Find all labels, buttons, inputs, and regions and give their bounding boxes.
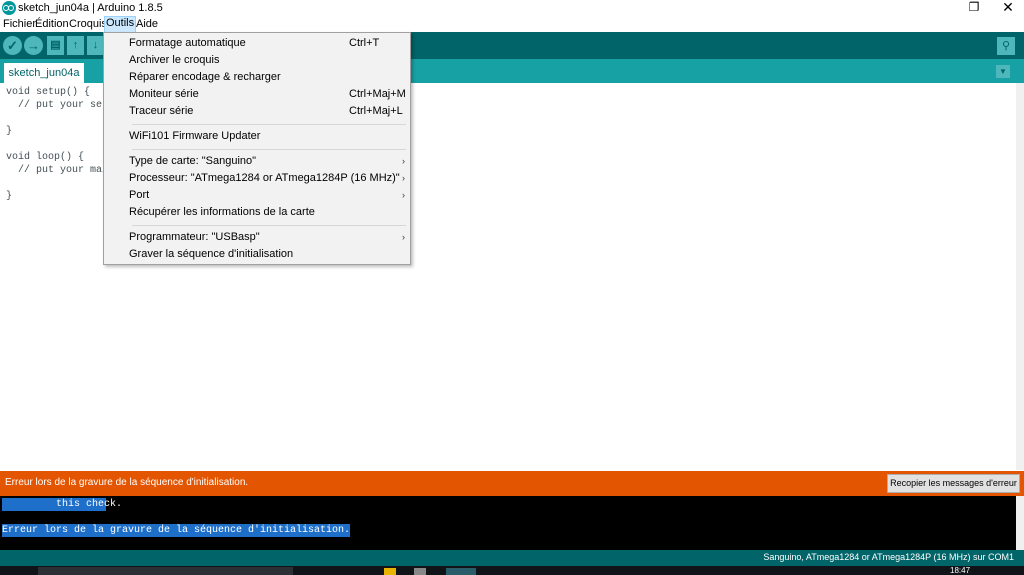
chevron-right-icon: ›	[402, 156, 405, 166]
board-status-bar: Sanguino, ATmega1284 or ATmega1284P (16 …	[0, 550, 1024, 566]
menu-outils[interactable]: Outils	[104, 16, 137, 33]
code-line: }	[6, 126, 13, 137]
board-port-info: Sanguino, ATmega1284 or ATmega1284P (16 …	[763, 552, 1014, 562]
outils-dropdown-menu: Formatage automatique Ctrl+T Archiver le…	[103, 32, 411, 265]
open-sketch-button[interactable]: ↑	[67, 36, 84, 55]
menu-item-traceur-serie[interactable]: Traceur série Ctrl+Maj+L	[104, 103, 410, 120]
chevron-right-icon: ›	[402, 190, 405, 200]
code-line: // put your main	[6, 165, 115, 176]
window-title: sketch_jun04a | Arduino 1.8.5	[18, 2, 163, 14]
taskbar-clock: 18:47	[950, 566, 971, 575]
code-line: }	[6, 191, 13, 202]
menu-separator	[132, 149, 406, 150]
chevron-right-icon: ›	[402, 232, 405, 242]
menu-item-programmateur[interactable]: Programmateur: "USBasp" ›	[104, 229, 410, 246]
save-sketch-button[interactable]: ↓	[87, 36, 104, 55]
menu-item-archiver-croquis[interactable]: Archiver le croquis	[104, 52, 410, 69]
menu-item-wifi101-updater[interactable]: WiFi101 Firmware Updater	[104, 128, 410, 145]
menu-edition[interactable]: Édition	[34, 17, 70, 31]
menu-item-graver-sequence[interactable]: Graver la séquence d'initialisation	[104, 246, 410, 263]
file-explorer-icon[interactable]	[384, 568, 396, 575]
menu-bar: Fichier Édition Croquis Outils Aide	[0, 16, 1024, 33]
editor-scrollbar[interactable]	[1016, 83, 1024, 470]
error-message: Erreur lors de la gravure de la séquence…	[5, 477, 249, 488]
console-line: Erreur lors de la gravure de la séquence…	[2, 524, 351, 537]
title-bar: sketch_jun04a | Arduino 1.8.5 ❐ ✕	[0, 0, 1024, 16]
restore-window-button[interactable]: ❐	[962, 0, 986, 16]
console-scrollbar[interactable]	[1016, 496, 1024, 550]
menu-separator	[132, 124, 406, 125]
serial-monitor-button[interactable]: ⚲	[997, 37, 1015, 55]
menu-item-type-de-carte[interactable]: Type de carte: "Sanguino" ›	[104, 153, 410, 170]
menu-item-formatage-automatique[interactable]: Formatage automatique Ctrl+T	[104, 35, 410, 52]
verify-button[interactable]: ✓	[3, 36, 22, 55]
menu-item-processeur[interactable]: Processeur: "ATmega1284 or ATmega1284P (…	[104, 170, 410, 187]
console-output[interactable]: this check. Erreur lors de la gravure de…	[0, 496, 1016, 550]
menu-item-moniteur-serie[interactable]: Moniteur série Ctrl+Maj+M	[104, 86, 410, 103]
chevron-right-icon: ›	[402, 173, 405, 183]
taskbar-search-box[interactable]	[38, 567, 293, 575]
menu-item-port[interactable]: Port ›	[104, 187, 410, 204]
code-line: void setup() {	[6, 87, 91, 98]
tab-menu-chevron-down-icon[interactable]: ▼	[996, 65, 1010, 78]
menu-item-reparer-encodage[interactable]: Réparer encodage & recharger	[104, 69, 410, 86]
arduino-taskbar-icon[interactable]	[446, 568, 476, 575]
taskbar-app-icon[interactable]	[414, 568, 426, 575]
menu-croquis[interactable]: Croquis	[68, 17, 108, 31]
close-window-button[interactable]: ✕	[994, 0, 1022, 16]
arduino-logo-icon	[2, 1, 16, 15]
copy-error-messages-button[interactable]: Recopier les messages d'erreur	[887, 474, 1020, 493]
code-line: void loop() {	[6, 152, 85, 163]
menu-aide[interactable]: Aide	[135, 17, 159, 31]
menu-separator	[132, 225, 406, 226]
upload-button[interactable]: →	[24, 36, 43, 55]
menu-fichier[interactable]: Fichier	[2, 17, 37, 31]
menu-item-recuperer-informations[interactable]: Récupérer les informations de la carte	[104, 204, 410, 221]
tab-sketch[interactable]: sketch_jun04a	[4, 63, 84, 83]
console-line: this check.	[2, 498, 123, 511]
new-sketch-button[interactable]: ▤	[47, 36, 64, 55]
error-status-bar: Erreur lors de la gravure de la séquence…	[0, 471, 1024, 496]
